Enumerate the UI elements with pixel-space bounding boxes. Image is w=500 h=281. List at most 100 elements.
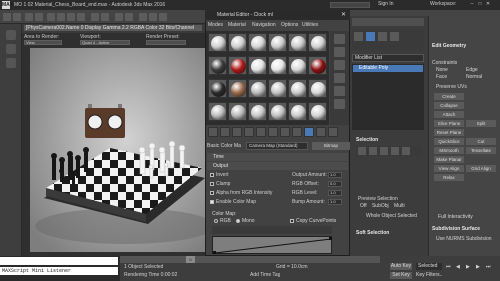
invert-checkbox[interactable] (210, 173, 214, 177)
reset-map-icon[interactable] (244, 127, 254, 137)
maximize-icon[interactable]: □ (476, 1, 484, 7)
move-icon[interactable] (57, 13, 65, 21)
options-icon[interactable] (334, 99, 345, 109)
motion-tab-icon[interactable] (390, 32, 399, 41)
constraint-edge[interactable]: Edge (466, 67, 478, 73)
uv-tiling-icon[interactable] (334, 73, 345, 83)
selection-section[interactable]: Selection (356, 137, 378, 143)
cut-button[interactable]: Cut (466, 138, 496, 145)
preview-multi[interactable]: Multi (394, 203, 405, 209)
material-editor-icon[interactable] (139, 13, 147, 21)
put-to-scene-icon[interactable] (220, 127, 230, 137)
minimize-icon[interactable]: – (468, 1, 476, 7)
menu-material[interactable]: Material (228, 22, 246, 28)
grid-align-button[interactable]: Grid Align (466, 165, 496, 172)
put-to-library-icon[interactable] (268, 127, 278, 137)
create-tab-icon[interactable] (354, 32, 363, 41)
auto-key-button[interactable]: Auto Key (390, 263, 412, 270)
tessellate-button[interactable]: Tessellate (466, 147, 496, 154)
app-logo[interactable]: MAX (2, 1, 13, 9)
angle-snap-icon[interactable] (101, 13, 109, 21)
msmooth-button[interactable]: MSmooth (434, 147, 464, 154)
material-slot[interactable] (208, 33, 227, 52)
preserve-uvs-label[interactable]: Preserve UVs (436, 84, 467, 90)
assign-material-icon[interactable] (232, 127, 242, 137)
material-slot[interactable] (268, 79, 287, 98)
viewport-dropdown[interactable]: Quad 4 - Active (80, 40, 130, 45)
sample-type-icon[interactable] (334, 34, 345, 44)
relax-button[interactable]: Relax (434, 174, 464, 181)
go-forward-sibling-icon[interactable] (328, 127, 338, 137)
open-icon[interactable] (6, 44, 16, 54)
material-editor-titlebar[interactable]: Material Editor - Clock ml ✕ (205, 10, 350, 20)
material-slot[interactable] (288, 33, 307, 52)
split-button[interactable]: Split (466, 120, 496, 127)
color-map-curve[interactable] (212, 236, 332, 254)
render-preset-dropdown[interactable] (146, 40, 186, 45)
output-rollout[interactable]: Output (207, 162, 348, 170)
full-interactivity-label[interactable]: Full Interactivity (438, 214, 473, 220)
undo-icon[interactable] (3, 13, 11, 21)
search-input[interactable] (330, 2, 370, 8)
material-slot[interactable] (308, 102, 327, 121)
menu-options[interactable]: Options (281, 22, 298, 28)
maxscript-output[interactable]: MAXScript Mini Listener (0, 267, 118, 275)
vertex-icon[interactable] (358, 147, 366, 155)
use-nurms-label[interactable]: Use NURMS Subdivision (436, 236, 492, 242)
output-amount-field[interactable]: 1.0 (328, 172, 342, 178)
close-icon[interactable]: ✕ (341, 11, 346, 18)
clamp-checkbox[interactable] (210, 182, 214, 186)
menu-navigation[interactable]: Navigation (252, 22, 276, 28)
material-slot[interactable] (208, 102, 227, 121)
material-slot[interactable] (228, 33, 247, 52)
workspace-label[interactable]: Workspace: (430, 1, 456, 7)
area-to-render-dropdown[interactable]: View (24, 40, 62, 45)
backlight-icon[interactable] (334, 47, 345, 57)
timeline-slider[interactable] (120, 256, 380, 263)
menu-utilities[interactable]: Utilities (302, 22, 318, 28)
alpha-from-rgb-checkbox[interactable] (210, 191, 214, 195)
material-slot[interactable] (268, 102, 287, 121)
redo-icon[interactable] (13, 13, 21, 21)
material-slot[interactable] (228, 102, 247, 121)
object-name-field[interactable] (352, 18, 424, 26)
material-id-icon[interactable] (280, 127, 290, 137)
view-align-button[interactable]: View Align (434, 165, 464, 172)
material-slot[interactable] (228, 79, 247, 98)
mono-radio[interactable] (236, 219, 240, 223)
soft-selection-section[interactable]: Soft Selection (356, 230, 389, 236)
frame-indicator[interactable]: 0 (186, 256, 195, 263)
render-icon[interactable] (159, 13, 167, 21)
element-icon[interactable] (402, 147, 410, 155)
subdivision-surface-section[interactable]: Subdivision Surface (432, 226, 480, 232)
polygon-icon[interactable] (391, 147, 399, 155)
rgb-level-field[interactable]: 1.0 (328, 190, 342, 196)
scale-icon[interactable] (77, 13, 85, 21)
edit-geometry-title[interactable]: Edit Geometry (432, 43, 466, 49)
material-slot[interactable] (288, 102, 307, 121)
background-icon[interactable] (334, 60, 345, 70)
go-to-start-icon[interactable]: ⏮ (446, 264, 451, 270)
material-slot[interactable] (248, 102, 267, 121)
border-icon[interactable] (380, 147, 388, 155)
next-frame-icon[interactable]: ▶ (476, 264, 480, 270)
menu-modes[interactable]: Modes (208, 22, 223, 28)
show-end-result-icon[interactable] (304, 127, 314, 137)
modify-tab-icon[interactable] (366, 32, 375, 41)
constraint-normal[interactable]: Normal (466, 74, 482, 80)
key-mode-dropdown[interactable]: Selected (416, 263, 442, 270)
align-icon[interactable] (125, 13, 133, 21)
play-icon[interactable]: ▶ (466, 264, 470, 270)
time-rollout[interactable]: Time (207, 153, 348, 161)
attach-button[interactable]: Attach (434, 111, 464, 118)
material-slot[interactable] (288, 79, 307, 98)
constraint-none[interactable]: None (436, 67, 448, 73)
prev-frame-icon[interactable]: ◀ (456, 264, 460, 270)
go-to-parent-icon[interactable] (316, 127, 326, 137)
material-slot[interactable] (288, 56, 307, 75)
material-slot[interactable] (308, 79, 327, 98)
hierarchy-tab-icon[interactable] (378, 32, 387, 41)
material-slot[interactable] (228, 56, 247, 75)
preview-off[interactable]: Off (360, 203, 367, 209)
make-unique-icon[interactable] (256, 127, 266, 137)
